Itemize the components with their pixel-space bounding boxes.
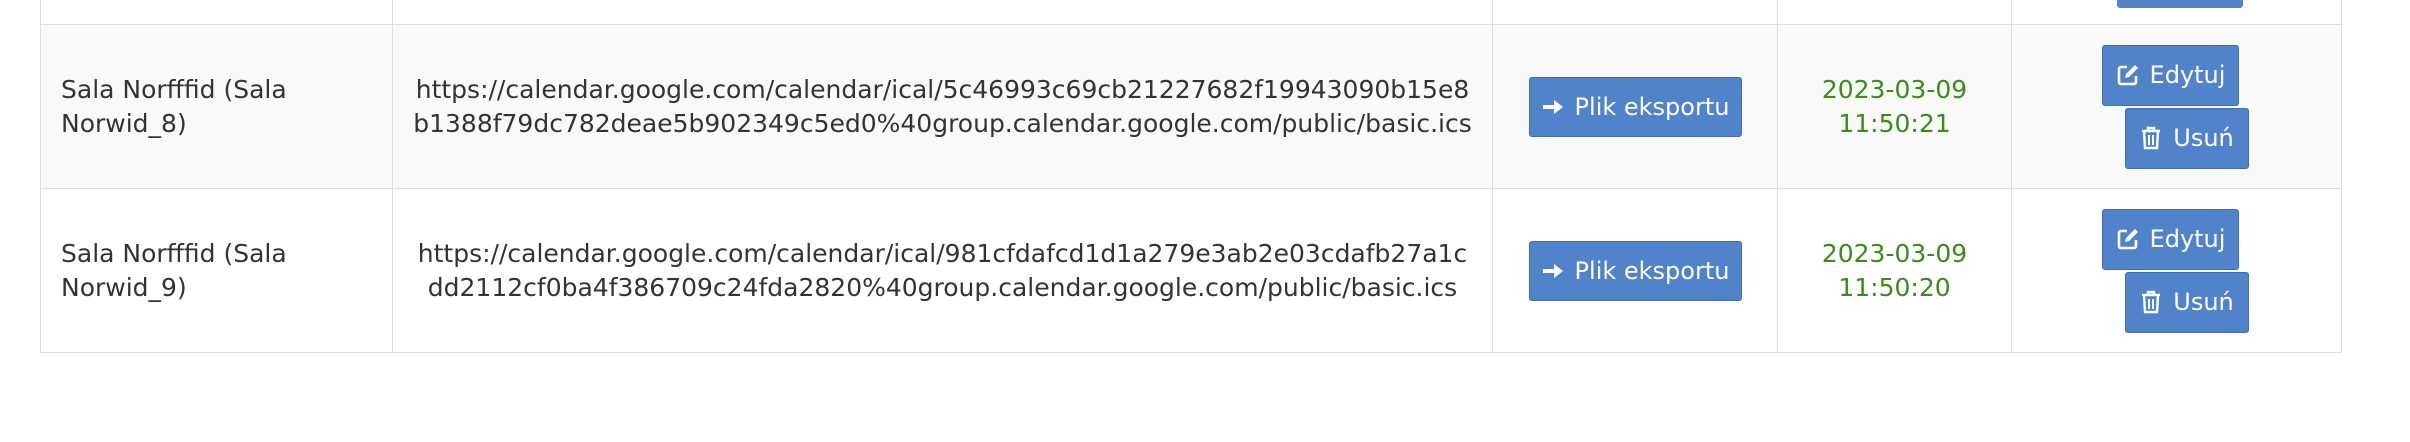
updated-time: 11:50:20 — [1838, 272, 1951, 302]
delete-button-label: Usuń — [2173, 124, 2234, 152]
calendar-export-page: Sala Norfffid (Sala Norwid_8) https://ca… — [0, 0, 2410, 442]
arrow-right-icon — [1541, 95, 1565, 119]
edit-icon — [2116, 227, 2140, 251]
edit-button-label: Edytuj — [2149, 61, 2226, 89]
actions-cell: Edytuj Usuń — [2011, 24, 2342, 189]
table-row: Sala Norfffid (Sala Norwid_9) https://ca… — [40, 188, 2342, 353]
delete-button-partial[interactable] — [2117, 0, 2243, 8]
calendar-name: Sala Norfffid (Sala Norwid_8) — [40, 24, 393, 189]
delete-button-label: Usuń — [2173, 288, 2234, 316]
trash-icon — [2139, 126, 2163, 150]
calendar-url[interactable]: https://calendar.google.com/calendar/ica… — [392, 24, 1493, 189]
trash-icon — [2139, 290, 2163, 314]
updated-at-cell: 2023-03-09 11:50:21 — [1777, 24, 2012, 189]
export-file-button[interactable]: Plik eksportu — [1528, 76, 1742, 137]
delete-button[interactable]: Usuń — [2124, 107, 2249, 169]
table-row-previous-partial — [40, 0, 2342, 25]
export-cell: Plik eksportu — [1492, 24, 1778, 189]
updated-date: 2023-03-09 — [1821, 238, 1968, 268]
calendar-table: Sala Norfffid (Sala Norwid_8) https://ca… — [40, 0, 2342, 353]
calendar-name: Sala Norfffid (Sala Norwid_9) — [40, 188, 393, 353]
actions-cell: Edytuj Usuń — [2011, 188, 2342, 353]
arrow-right-icon — [1541, 259, 1565, 283]
updated-at-cell: 2023-03-09 11:50:20 — [1777, 188, 2012, 353]
edit-button-label: Edytuj — [2149, 225, 2226, 253]
export-button-label: Plik eksportu — [1574, 256, 1730, 285]
updated-date: 2023-03-09 — [1821, 74, 1968, 104]
calendar-url[interactable]: https://calendar.google.com/calendar/ica… — [392, 188, 1493, 353]
edit-button[interactable]: Edytuj — [2102, 208, 2239, 270]
export-cell: Plik eksportu — [1492, 188, 1778, 353]
table-row: Sala Norfffid (Sala Norwid_8) https://ca… — [40, 24, 2342, 189]
edit-icon — [2116, 63, 2140, 87]
updated-time: 11:50:21 — [1838, 108, 1951, 138]
export-file-button[interactable]: Plik eksportu — [1528, 240, 1742, 301]
edit-button[interactable]: Edytuj — [2102, 44, 2239, 106]
delete-button[interactable]: Usuń — [2124, 271, 2249, 333]
export-button-label: Plik eksportu — [1574, 92, 1730, 121]
